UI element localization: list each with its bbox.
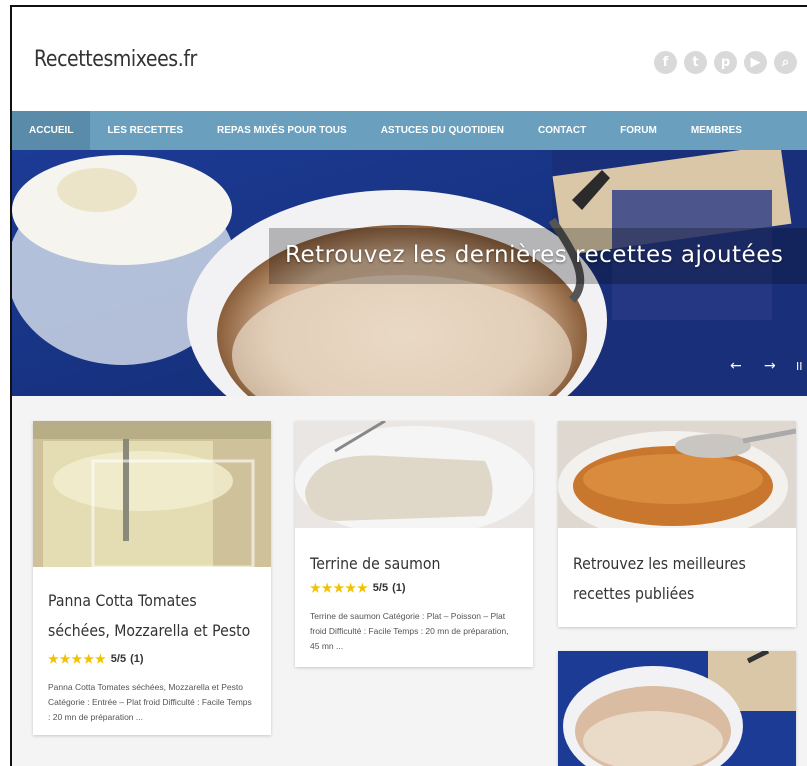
pinterest-icon[interactable]: p [714, 51, 737, 74]
pause-icon[interactable]: II [796, 360, 803, 373]
hero-slider[interactable]: Retrouvez les dernières recettes ajoutée… [12, 150, 807, 396]
nav-item-membres[interactable]: MEMBRES [674, 111, 759, 150]
star-rating-icon: ★★★★★ [48, 652, 107, 666]
prev-arrow-icon[interactable]: ← [730, 358, 742, 374]
rating-value: 5/5 [372, 582, 389, 594]
rating-votes: (1) [130, 653, 144, 665]
recipe-card[interactable]: Terrine de saumon ★★★★★ 5/5 (1) Terrine … [295, 421, 533, 667]
next-arrow-icon[interactable]: → [764, 358, 776, 374]
rating-value: 5/5 [110, 653, 127, 665]
nav-item-forum[interactable]: FORUM [603, 111, 674, 150]
browser-frame: Recettesmixees.fr f t p ▶ ⌕ ACCUEIL LES … [10, 5, 807, 766]
search-icon[interactable]: ⌕ [774, 51, 797, 74]
nav-item-contact[interactable]: CONTACT [521, 111, 603, 150]
recipe-excerpt: Terrine de saumon Catégorie : Plat – Poi… [310, 611, 509, 651]
nav-item-astuces[interactable]: ASTUCES DU QUOTIDIEN [364, 111, 521, 150]
recipe-card[interactable]: Panna Cotta Tomates séchées, Mozzarella … [33, 421, 271, 735]
site-header: Recettesmixees.fr f t p ▶ ⌕ [12, 7, 807, 111]
main-content: Panna Cotta Tomates séchées, Mozzarella … [12, 396, 807, 766]
social-links: f t p ▶ ⌕ [654, 51, 797, 74]
recipe-title[interactable]: Panna Cotta Tomates séchées, Mozzarella … [48, 586, 259, 646]
main-nav: ACCUEIL LES RECETTES REPAS MIXÉS POUR TO… [12, 111, 807, 150]
recipe-rating: ★★★★★ 5/5 (1) [310, 581, 518, 595]
hero-caption: Retrouvez les dernières recettes ajoutée… [285, 242, 784, 268]
widget-image [558, 421, 796, 541]
widget-image-card[interactable] [558, 651, 796, 766]
nav-item-repas-mixes[interactable]: REPAS MIXÉS POUR TOUS [200, 111, 364, 150]
site-logo[interactable]: Recettesmixees.fr [34, 47, 197, 72]
recipe-rating: ★★★★★ 5/5 (1) [48, 652, 256, 666]
recipe-excerpt: Panna Cotta Tomates séchées, Mozzarella … [48, 682, 252, 722]
youtube-icon[interactable]: ▶ [744, 51, 767, 74]
nav-item-accueil[interactable]: ACCUEIL [12, 111, 91, 150]
star-rating-icon: ★★★★★ [310, 581, 369, 595]
rating-votes: (1) [392, 582, 406, 594]
widget-card[interactable]: Retrouvez les meilleures recettes publié… [558, 421, 796, 627]
facebook-icon[interactable]: f [654, 51, 677, 74]
recipe-title[interactable]: Terrine de saumon [310, 549, 493, 579]
widget-image [558, 651, 796, 766]
nav-item-les-recettes[interactable]: LES RECETTES [90, 111, 200, 150]
twitter-icon[interactable]: t [684, 51, 707, 74]
recipe-image [295, 421, 533, 536]
widget-title[interactable]: Retrouvez les meilleures recettes publié… [573, 549, 775, 609]
recipe-image [33, 421, 271, 569]
